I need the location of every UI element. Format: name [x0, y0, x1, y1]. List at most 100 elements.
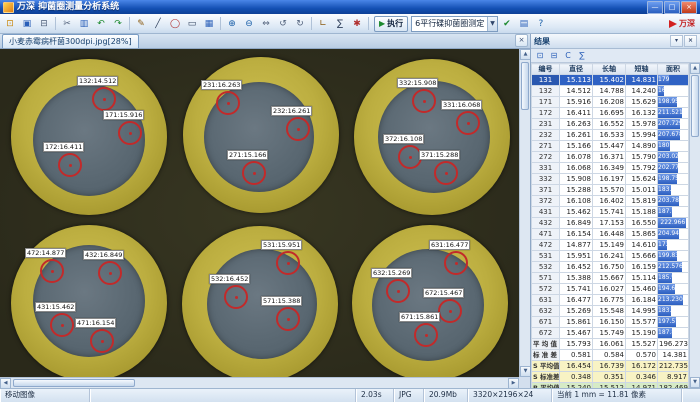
circle-tool-icon[interactable]: ◯	[167, 16, 183, 32]
cell-id[interactable]: 672	[532, 328, 560, 339]
result-row[interactable]: 57115.38815.66715.114185.979	[532, 273, 689, 284]
cell-value[interactable]: 14.831	[626, 75, 658, 86]
undo-icon[interactable]: ↶	[93, 16, 109, 32]
pan-icon[interactable]: ⇔	[258, 16, 274, 32]
cell-area[interactable]: 202.775	[658, 163, 689, 174]
cell-value[interactable]: 16.208	[593, 97, 626, 108]
cell-value[interactable]: 15.402	[593, 75, 626, 86]
cell-value[interactable]: 16.750	[593, 262, 626, 273]
cell-area[interactable]: 212.576	[658, 262, 689, 273]
cell-value[interactable]: 14.512	[560, 86, 593, 97]
result-row[interactable]: 47214.87715.14914.610173.816	[532, 240, 689, 251]
cell-value[interactable]: 15.467	[560, 328, 593, 339]
measure-mode-select[interactable]: 6平行碟抑菌圈测定 ▼	[411, 16, 498, 32]
cell-value[interactable]: 15.188	[626, 207, 658, 218]
cell-value[interactable]: 16.068	[560, 163, 593, 174]
pencil-icon[interactable]: ✎	[133, 16, 149, 32]
result-row[interactable]: 23116.26316.55215.978207.729	[532, 119, 689, 130]
cell-value[interactable]: 15.667	[593, 273, 626, 284]
pin-icon[interactable]: ▾	[670, 35, 683, 47]
cell-value[interactable]: 14.240	[626, 86, 658, 97]
close-button[interactable]: ×	[681, 1, 697, 14]
cell-value[interactable]: 16.849	[560, 218, 593, 229]
cell-area[interactable]: 198.957	[658, 97, 689, 108]
cell-id[interactable]: 132	[532, 86, 560, 97]
cell-value[interactable]: 16.550	[626, 218, 658, 229]
export-results-icon[interactable]: ⊡	[534, 50, 546, 61]
result-row[interactable]: 17115.91616.20815.629198.957	[532, 97, 689, 108]
result-row[interactable]: 67215.46715.74915.190187.887	[532, 328, 689, 339]
cell-value[interactable]: 15.951	[560, 251, 593, 262]
cell-value[interactable]: 15.819	[626, 196, 658, 207]
result-row[interactable]: 27115.16615.44714.890180.653	[532, 141, 689, 152]
cell-id[interactable]: 131	[532, 75, 560, 86]
result-row[interactable]: 23216.26116.53315.994207.678	[532, 130, 689, 141]
viewer-horizontal-scrollbar[interactable]: ◀ ▶	[0, 377, 519, 388]
cell-value[interactable]: 15.447	[593, 141, 626, 152]
cell-area[interactable]: 199.834	[658, 251, 689, 262]
zoom-in-icon[interactable]: ⊕	[224, 16, 240, 32]
result-row[interactable]: 43216.84917.15316.550222.966	[532, 218, 689, 229]
line-tool-icon[interactable]: ╱	[150, 16, 166, 32]
cell-id[interactable]: 331	[532, 163, 560, 174]
cell-area[interactable]: 207.678	[658, 130, 689, 141]
cell-value[interactable]: 16.411	[560, 108, 593, 119]
cell-value[interactable]: 16.159	[626, 262, 658, 273]
rect-tool-icon[interactable]: ▭	[184, 16, 200, 32]
cell-id[interactable]: 471	[532, 229, 560, 240]
results-scroll-up-arrow[interactable]: ▲	[690, 63, 700, 74]
scroll-left-arrow[interactable]: ◀	[0, 378, 11, 388]
cell-value[interactable]: 16.261	[560, 130, 593, 141]
cell-value[interactable]: 15.548	[593, 306, 626, 317]
cell-value[interactable]: 15.865	[626, 229, 658, 240]
result-row[interactable]: 43115.46215.74115.188187.766	[532, 207, 689, 218]
cell-id[interactable]: 472	[532, 240, 560, 251]
cell-id[interactable]: 431	[532, 207, 560, 218]
result-row[interactable]: 53216.45216.75016.159212.576	[532, 262, 689, 273]
copy-icon[interactable]: ▥	[76, 16, 92, 32]
result-row[interactable]: 37216.10816.40215.819203.786	[532, 196, 689, 207]
cell-value[interactable]: 16.552	[593, 119, 626, 130]
tab-close-icon[interactable]: ×	[515, 34, 528, 47]
help-icon[interactable]: ?	[533, 16, 549, 32]
cell-id[interactable]: 172	[532, 108, 560, 119]
cell-area[interactable]: 187.887	[658, 328, 689, 339]
cell-value[interactable]: 15.629	[626, 97, 658, 108]
cell-area[interactable]: 165.403	[658, 86, 689, 97]
cell-id[interactable]: 231	[532, 119, 560, 130]
zoom-out-icon[interactable]: ⊖	[241, 16, 257, 32]
rotate-left-icon[interactable]: ↺	[275, 16, 291, 32]
cell-value[interactable]: 15.908	[560, 174, 593, 185]
result-row[interactable]: 53115.95116.24115.666199.834	[532, 251, 689, 262]
result-row[interactable]: 47116.15416.44815.865204.948	[532, 229, 689, 240]
results-scroll-down-arrow[interactable]: ▼	[690, 377, 700, 388]
cell-area[interactable]: 198.757	[658, 174, 689, 185]
cell-id[interactable]: 671	[532, 317, 560, 328]
cell-area[interactable]: 180.653	[658, 141, 689, 152]
viewer-vertical-scrollbar[interactable]: ▲ ▼	[519, 49, 530, 377]
scroll-right-arrow[interactable]: ▶	[508, 378, 519, 388]
open-image-icon[interactable]: ⊡	[2, 16, 18, 32]
cell-value[interactable]: 15.790	[626, 152, 658, 163]
cell-value[interactable]: 14.890	[626, 141, 658, 152]
cell-value[interactable]: 17.153	[593, 218, 626, 229]
column-header-3[interactable]: 短轴	[626, 64, 658, 75]
results-scroll-thumb[interactable]	[691, 75, 699, 137]
column-header-2[interactable]: 长轴	[593, 64, 626, 75]
cell-value[interactable]: 16.027	[593, 284, 626, 295]
cell-value[interactable]: 15.861	[560, 317, 593, 328]
cell-id[interactable]: 531	[532, 251, 560, 262]
cell-value[interactable]: 15.570	[593, 185, 626, 196]
sum-results-icon[interactable]: ∑	[576, 50, 588, 61]
cell-value[interactable]: 15.269	[560, 306, 593, 317]
cell-value[interactable]: 16.371	[593, 152, 626, 163]
cell-value[interactable]: 15.994	[626, 130, 658, 141]
cell-id[interactable]: 572	[532, 284, 560, 295]
cell-id[interactable]: 371	[532, 185, 560, 196]
cell-area[interactable]: 197.577	[658, 317, 689, 328]
cell-value[interactable]: 16.263	[560, 119, 593, 130]
cell-value[interactable]: 14.610	[626, 240, 658, 251]
cell-value[interactable]: 15.388	[560, 273, 593, 284]
cell-value[interactable]: 15.113	[560, 75, 593, 86]
image-tab[interactable]: 小麦赤霉病杆菌300dpi.jpg[28%]	[2, 34, 139, 48]
